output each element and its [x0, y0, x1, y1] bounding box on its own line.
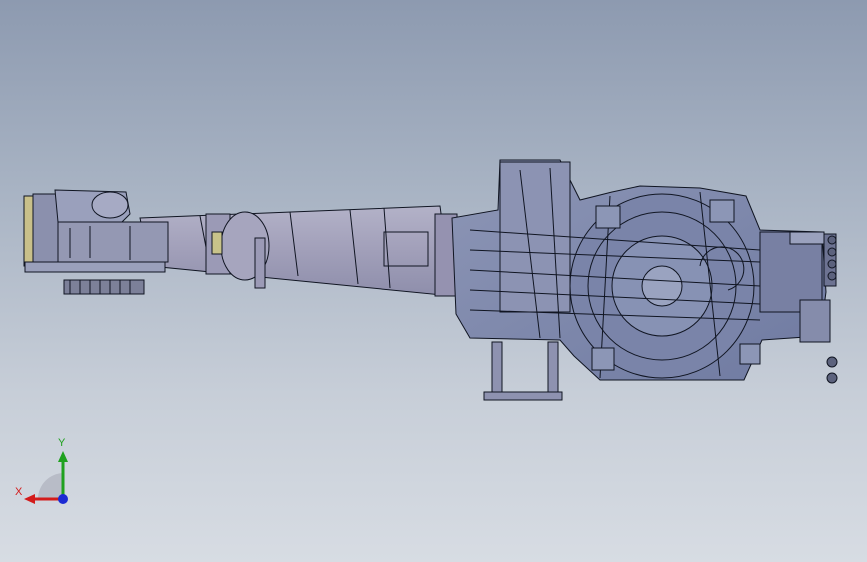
x-axis-arrow	[24, 494, 35, 504]
elbow-collar	[205, 211, 270, 289]
main-body	[451, 159, 838, 384]
axis-triad-graphic	[24, 451, 68, 504]
y-axis-arrow	[58, 451, 68, 462]
y-axis-label: Y	[58, 437, 66, 449]
arm-shaft	[139, 205, 458, 297]
wrist-assembly	[23, 189, 169, 295]
robot-arm-model[interactable]	[0, 0, 867, 562]
axis-triad: Y X	[12, 438, 82, 508]
support-legs	[483, 341, 563, 401]
x-axis-label: X	[15, 486, 23, 498]
z-axis-dot	[58, 494, 68, 504]
cad-viewport[interactable]: Y X	[0, 0, 867, 562]
